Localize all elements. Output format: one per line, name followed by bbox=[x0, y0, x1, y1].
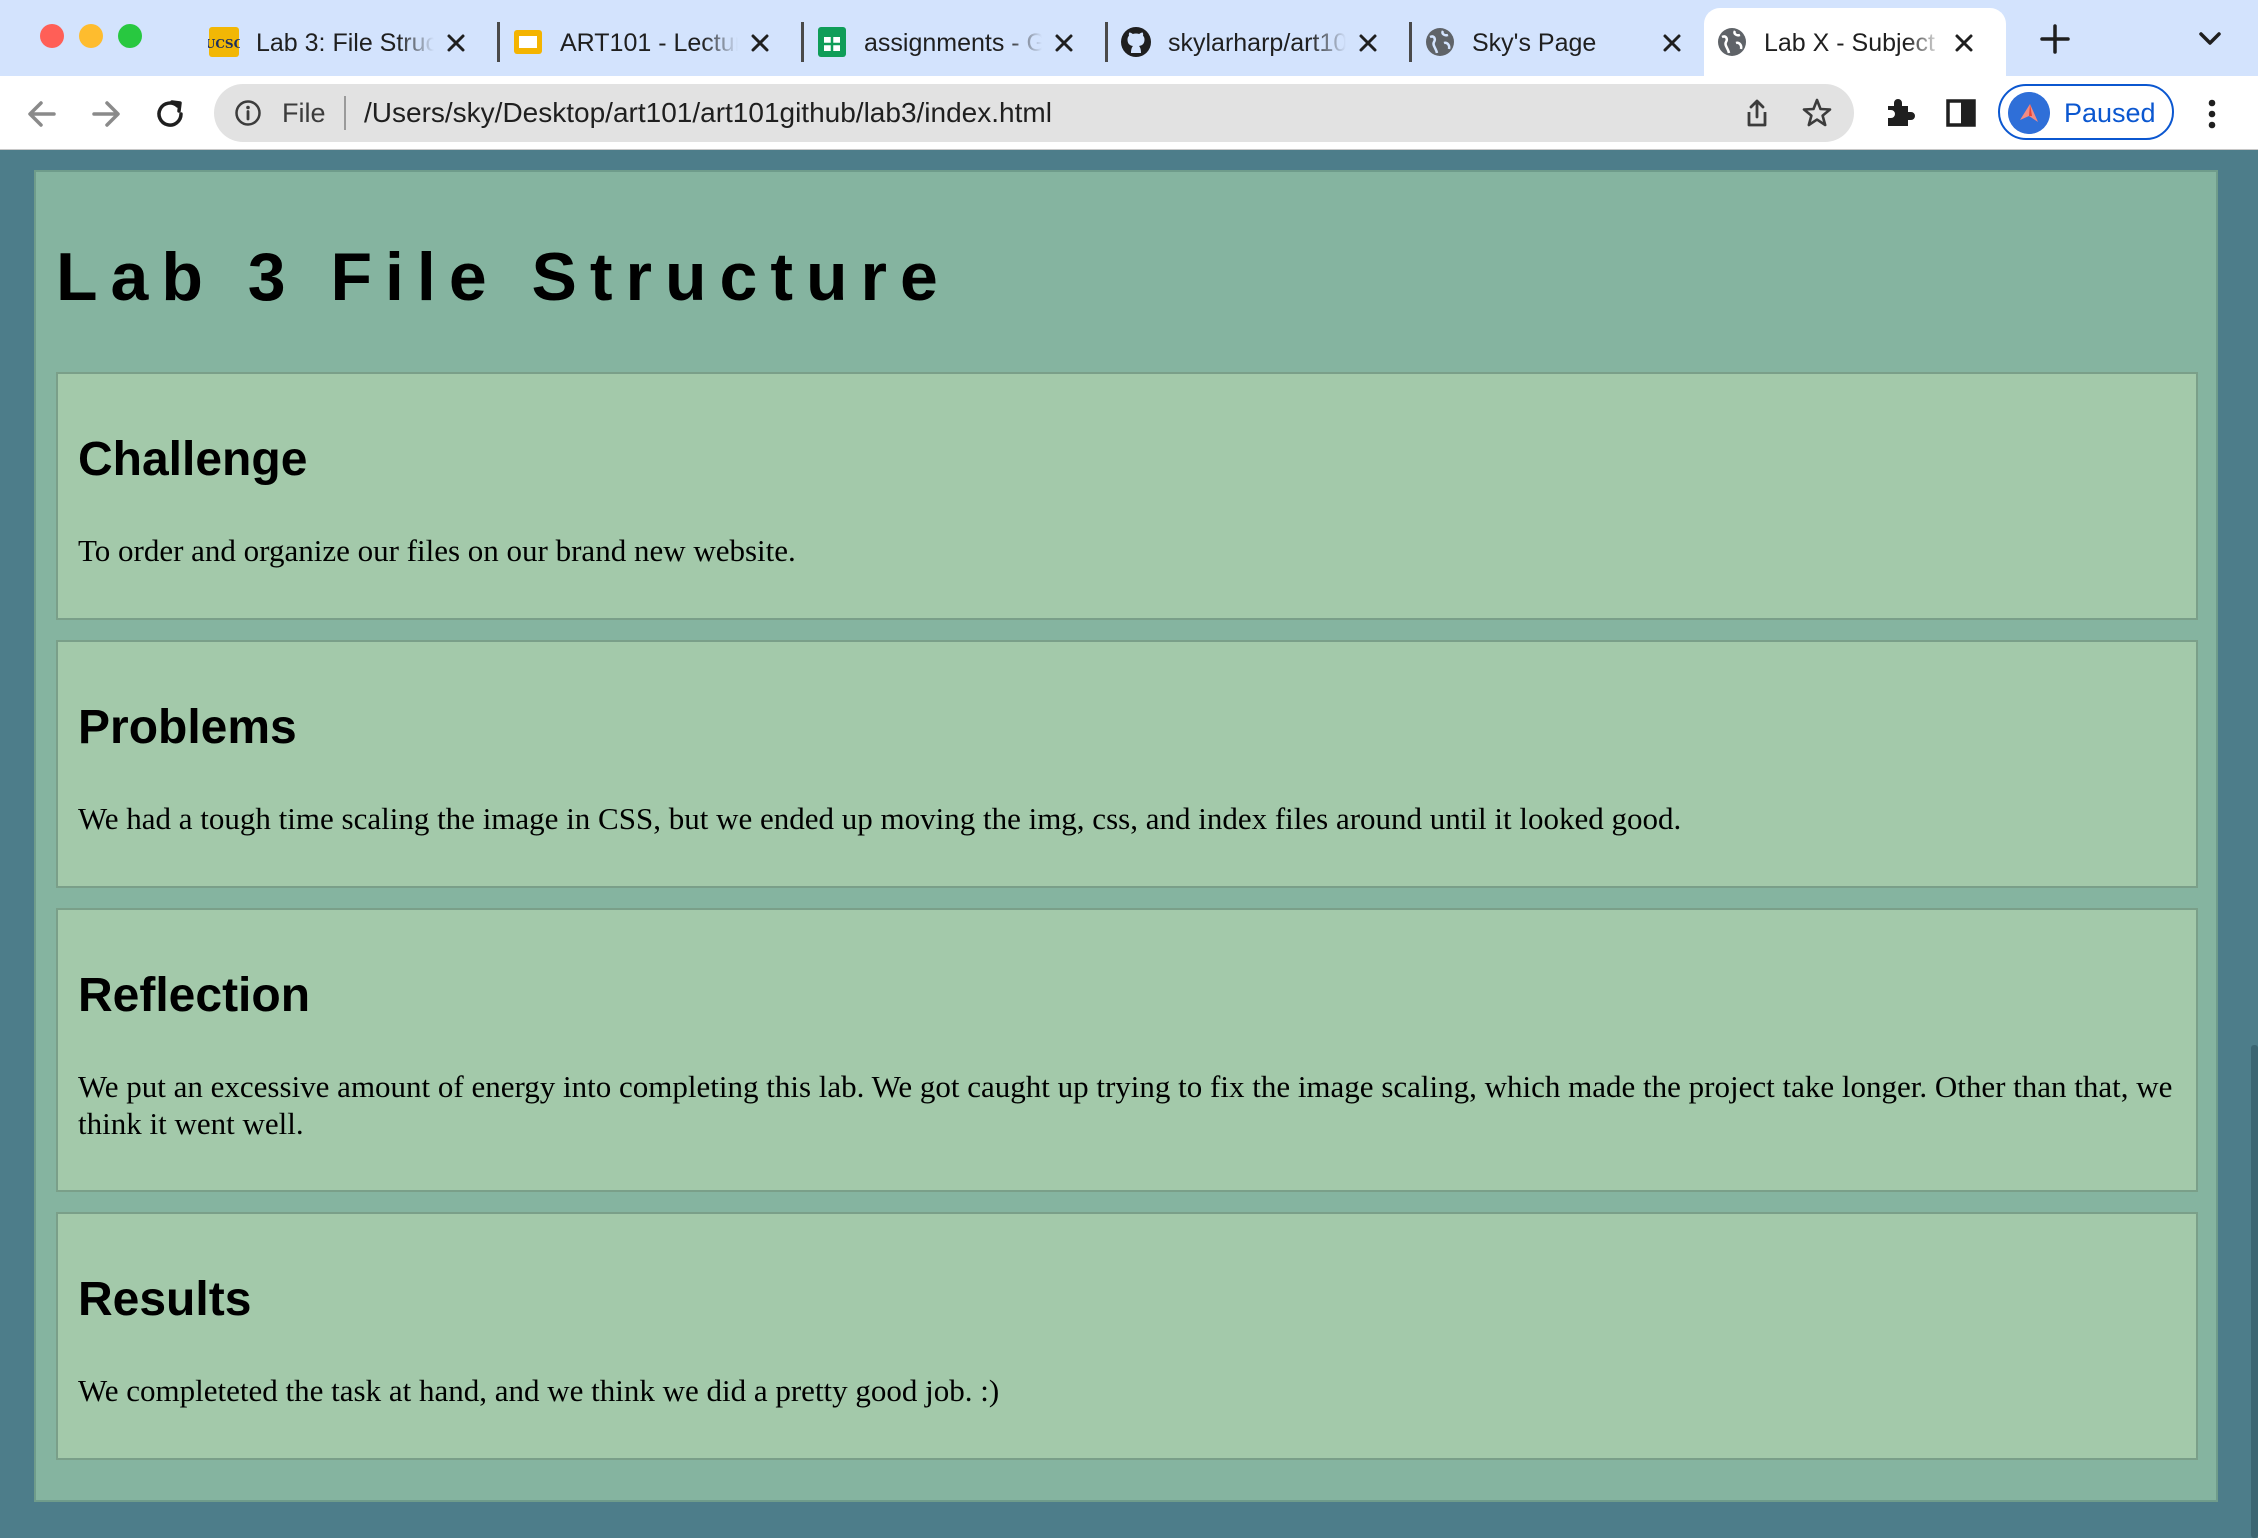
section-body: We had a tough time scaling the image in… bbox=[78, 801, 1682, 836]
new-tab-icon[interactable] bbox=[2038, 22, 2072, 56]
close-icon[interactable] bbox=[746, 29, 774, 57]
page-viewport: Lab 3 File Structure Challenge To order … bbox=[0, 150, 2258, 1538]
tab-title: Sky's Page bbox=[1472, 29, 1597, 57]
tab-assignments-sheet[interactable]: assignments - Google Sheets bbox=[804, 8, 1108, 76]
tab-github-repo[interactable]: skylarharp/art101 bbox=[1108, 8, 1412, 76]
svg-text:UCSC: UCSC bbox=[208, 37, 240, 51]
tab-title: Lab 3: File Structure bbox=[256, 29, 434, 57]
tab-strip: UCSC Lab 3: File Structure ART101 - Lect… bbox=[0, 0, 2258, 76]
share-icon[interactable] bbox=[1740, 96, 1774, 130]
side-panel-icon[interactable] bbox=[1942, 94, 1980, 132]
tab-skys-page[interactable]: Sky's Page bbox=[1412, 8, 1714, 76]
chevron-down-icon[interactable] bbox=[2196, 28, 2224, 50]
slides-icon bbox=[512, 26, 544, 58]
info-icon[interactable] bbox=[234, 99, 262, 127]
url-text[interactable]: /Users/sky/Desktop/art101/art101github/l… bbox=[364, 97, 1052, 129]
sheets-icon bbox=[816, 26, 848, 58]
section-heading: Reflection bbox=[78, 969, 311, 1022]
avatar bbox=[2008, 92, 2050, 134]
tab-title: ART101 - Lecture bbox=[560, 29, 738, 57]
tab-title: skylarharp/art101 bbox=[1168, 29, 1346, 57]
tab-title: assignments - Google Sheets bbox=[864, 29, 1042, 57]
forward-arrow-icon[interactable] bbox=[86, 94, 126, 134]
section-challenge: Challenge To order and organize our file… bbox=[56, 372, 2198, 620]
globe-icon bbox=[1716, 26, 1748, 58]
section-body: To order and organize our files on our b… bbox=[78, 533, 796, 568]
browser-toolbar: File /Users/sky/Desktop/art101/art101git… bbox=[0, 76, 2258, 150]
section-heading: Problems bbox=[78, 701, 297, 754]
section-body: We completeted the task at hand, and we … bbox=[78, 1373, 1000, 1408]
close-icon[interactable] bbox=[442, 29, 470, 57]
tab-lab-x-subject[interactable]: Lab X - Subject bbox=[1704, 8, 2006, 76]
section-heading: Challenge bbox=[78, 433, 308, 486]
tab-title: Lab X - Subject bbox=[1764, 29, 1935, 57]
globe-icon bbox=[1424, 26, 1456, 58]
section-heading: Results bbox=[78, 1273, 252, 1326]
close-icon[interactable] bbox=[1354, 29, 1382, 57]
close-icon[interactable] bbox=[1950, 29, 1978, 57]
reload-icon[interactable] bbox=[150, 94, 190, 134]
github-icon bbox=[1120, 26, 1152, 58]
page-container: Lab 3 File Structure Challenge To order … bbox=[34, 170, 2218, 1502]
page-title: Lab 3 File Structure bbox=[56, 239, 951, 315]
address-divider bbox=[344, 96, 346, 130]
more-options-icon[interactable] bbox=[2194, 94, 2230, 134]
close-icon[interactable] bbox=[1050, 29, 1078, 57]
url-scheme-label: File bbox=[282, 98, 326, 128]
back-arrow-icon[interactable] bbox=[22, 94, 62, 134]
section-results: Results We completeted the task at hand,… bbox=[56, 1212, 2198, 1460]
section-body: We put an excessive amount of energy int… bbox=[78, 1069, 2173, 1141]
profile-button[interactable]: Paused bbox=[1998, 84, 2174, 140]
scrollbar-thumb[interactable] bbox=[2251, 1045, 2258, 1538]
bookmark-star-icon[interactable] bbox=[1800, 96, 1834, 130]
extensions-puzzle-icon[interactable] bbox=[1880, 94, 1918, 132]
close-icon[interactable] bbox=[1658, 29, 1686, 57]
section-problems: Problems We had a tough time scaling the… bbox=[56, 640, 2198, 888]
tab-art101-lecture[interactable]: ART101 - Lecture bbox=[500, 8, 804, 76]
close-window-button[interactable] bbox=[40, 24, 64, 48]
ucsc-favicon-icon: UCSC bbox=[208, 26, 240, 58]
minimize-window-button[interactable] bbox=[79, 24, 103, 48]
maximize-window-button[interactable] bbox=[118, 24, 142, 48]
address-bar[interactable]: File /Users/sky/Desktop/art101/art101git… bbox=[214, 84, 1854, 142]
section-reflection: Reflection We put an excessive amount of… bbox=[56, 908, 2198, 1192]
tab-lab3-file-structure[interactable]: UCSC Lab 3: File Structure bbox=[196, 8, 500, 76]
profile-status: Paused bbox=[2064, 98, 2156, 128]
